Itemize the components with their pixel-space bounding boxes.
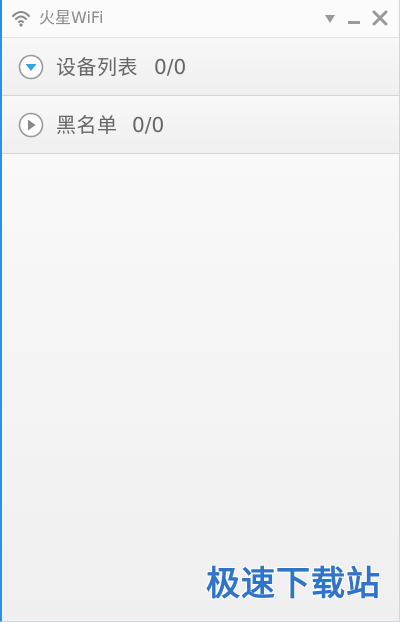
device-list-count: 0/0 <box>154 55 187 79</box>
wifi-icon <box>11 9 31 27</box>
window-title: 火星WiFi <box>39 8 104 27</box>
minimize-icon[interactable] <box>344 8 364 28</box>
device-list-section[interactable]: 设备列表 0/0 <box>2 38 399 96</box>
blacklist-section[interactable]: 黑名单 0/0 <box>2 96 399 154</box>
triangle-down-icon[interactable] <box>320 8 340 28</box>
close-icon[interactable] <box>370 8 390 28</box>
play-circle-icon[interactable] <box>18 112 44 138</box>
title-bar[interactable]: 火星WiFi <box>2 0 399 38</box>
watermark-text: 极速下载站 <box>206 564 381 604</box>
device-list-label: 设备列表 <box>56 55 138 79</box>
chevron-down-circle-icon[interactable] <box>18 54 44 80</box>
device-list-content <box>2 154 399 620</box>
blacklist-label: 黑名单 <box>56 113 118 137</box>
app-window: 火星WiFi 设备列表 0/0 黑名单 0/0 极速下载站 <box>0 0 400 622</box>
blacklist-count: 0/0 <box>132 113 165 137</box>
